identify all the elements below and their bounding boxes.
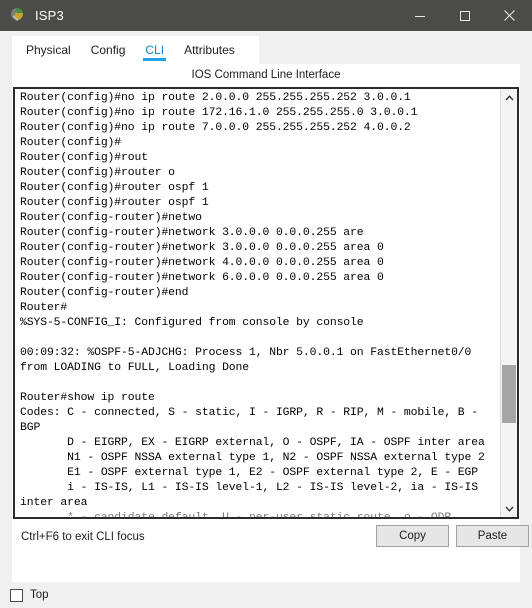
panel-footer: Ctrl+F6 to exit CLI focus Copy Paste bbox=[12, 519, 529, 582]
maximize-icon bbox=[459, 10, 470, 21]
terminal-output[interactable]: Router(config)#no ip route 2.0.0.0 255.2… bbox=[15, 89, 500, 517]
tab-physical-label: Physical bbox=[26, 43, 71, 57]
scroll-down-button[interactable] bbox=[501, 500, 517, 517]
tab-cli[interactable]: CLI bbox=[135, 36, 174, 64]
cli-window: ISP3 Physical Config CLI Attributes IOS … bbox=[0, 0, 532, 608]
copy-button[interactable]: Copy bbox=[376, 525, 449, 547]
packet-tracer-device-icon bbox=[10, 7, 26, 24]
tab-attributes[interactable]: Attributes bbox=[174, 36, 245, 64]
close-button[interactable] bbox=[487, 0, 532, 31]
cli-focus-hint: Ctrl+F6 to exit CLI focus bbox=[21, 531, 145, 543]
tab-strip: Physical Config CLI Attributes bbox=[12, 36, 259, 64]
terminal-line: Router(config-router)#netwo bbox=[20, 212, 202, 224]
maximize-button[interactable] bbox=[442, 0, 487, 31]
tab-config-label: Config bbox=[90, 43, 126, 57]
chevron-up-icon bbox=[505, 94, 513, 100]
title-bar: ISP3 bbox=[0, 0, 532, 31]
terminal-line: i - IS-IS, L1 - IS-IS level-1, L2 - IS-I… bbox=[20, 482, 479, 494]
terminal-line: Codes: C - connected, S - static, I - IG… bbox=[20, 407, 479, 419]
terminal-line: Router#show ip route bbox=[20, 392, 155, 404]
terminal-line: inter area bbox=[20, 497, 88, 509]
terminal-line: Router(config-router)#network 3.0.0.0 0.… bbox=[20, 227, 364, 239]
terminal-line: E1 - OSPF external type 1, E2 - OSPF ext… bbox=[20, 467, 479, 479]
terminal-line: Router(config)#no ip route 2.0.0.0 255.2… bbox=[20, 92, 411, 104]
paste-button[interactable]: Paste bbox=[456, 525, 529, 547]
terminal-line: Router(config)#no ip route 172.16.1.0 25… bbox=[20, 107, 418, 119]
window-title: ISP3 bbox=[35, 8, 64, 23]
terminal-line: Router(config)# bbox=[20, 137, 122, 149]
terminal-line: %SYS-5-CONFIG_I: Configured from console… bbox=[20, 317, 364, 329]
tab-physical[interactable]: Physical bbox=[12, 36, 81, 64]
terminal-line: Router(config)#router ospf 1 bbox=[20, 182, 209, 194]
scroll-up-button[interactable] bbox=[501, 89, 517, 106]
terminal-line: Router(config-router)#network 3.0.0.0 0.… bbox=[20, 242, 384, 254]
top-checkbox[interactable] bbox=[10, 588, 23, 602]
top-checkbox-label: Top bbox=[30, 589, 49, 601]
terminal-line: BGP bbox=[20, 422, 41, 434]
terminal-line: Router(config)#router ospf 1 bbox=[20, 197, 209, 209]
tab-strip-area: Physical Config CLI Attributes bbox=[0, 31, 532, 64]
minimize-button[interactable] bbox=[397, 0, 442, 31]
scrollbar-thumb[interactable] bbox=[502, 365, 516, 423]
close-icon bbox=[504, 10, 515, 21]
terminal-frame: Router(config)#no ip route 2.0.0.0 255.2… bbox=[13, 87, 519, 519]
terminal-line: Router(config-router)#network 6.0.0.0 0.… bbox=[20, 272, 384, 284]
copy-button-label: Copy bbox=[399, 530, 426, 542]
bottom-bar: Top bbox=[0, 582, 532, 608]
panel-heading: IOS Command Line Interface bbox=[191, 69, 341, 81]
window-controls bbox=[397, 0, 532, 31]
cli-panel: IOS Command Line Interface Router(config… bbox=[12, 64, 529, 582]
terminal-scrollbar[interactable] bbox=[500, 89, 517, 517]
terminal-line-clipped: * - candidate default, U - per-user stat… bbox=[20, 511, 500, 517]
terminal-line: Router(config)#no ip route 7.0.0.0 255.2… bbox=[20, 122, 411, 134]
chevron-down-icon bbox=[505, 506, 513, 512]
tab-config[interactable]: Config bbox=[81, 36, 136, 64]
terminal-line: D - EIGRP, EX - EIGRP external, O - OSPF… bbox=[20, 437, 485, 449]
terminal-line: Router(config)#router o bbox=[20, 167, 175, 179]
terminal-line: Router(config)#rout bbox=[20, 152, 148, 164]
tab-cli-label: CLI bbox=[145, 43, 165, 57]
terminal-line: 00:09:32: %OSPF-5-ADJCHG: Process 1, Nbr… bbox=[20, 347, 472, 359]
paste-button-label: Paste bbox=[477, 530, 508, 542]
minimize-icon bbox=[414, 15, 425, 17]
terminal-line: Router# bbox=[20, 302, 68, 314]
tab-attributes-label: Attributes bbox=[184, 43, 235, 57]
terminal-line: Router(config-router)#network 4.0.0.0 0.… bbox=[20, 257, 384, 269]
terminal-line: N1 - OSPF NSSA external type 1, N2 - OSP… bbox=[20, 452, 485, 464]
terminal-line: from LOADING to FULL, Loading Done bbox=[20, 362, 250, 374]
terminal-line: Router(config-router)#end bbox=[20, 287, 189, 299]
